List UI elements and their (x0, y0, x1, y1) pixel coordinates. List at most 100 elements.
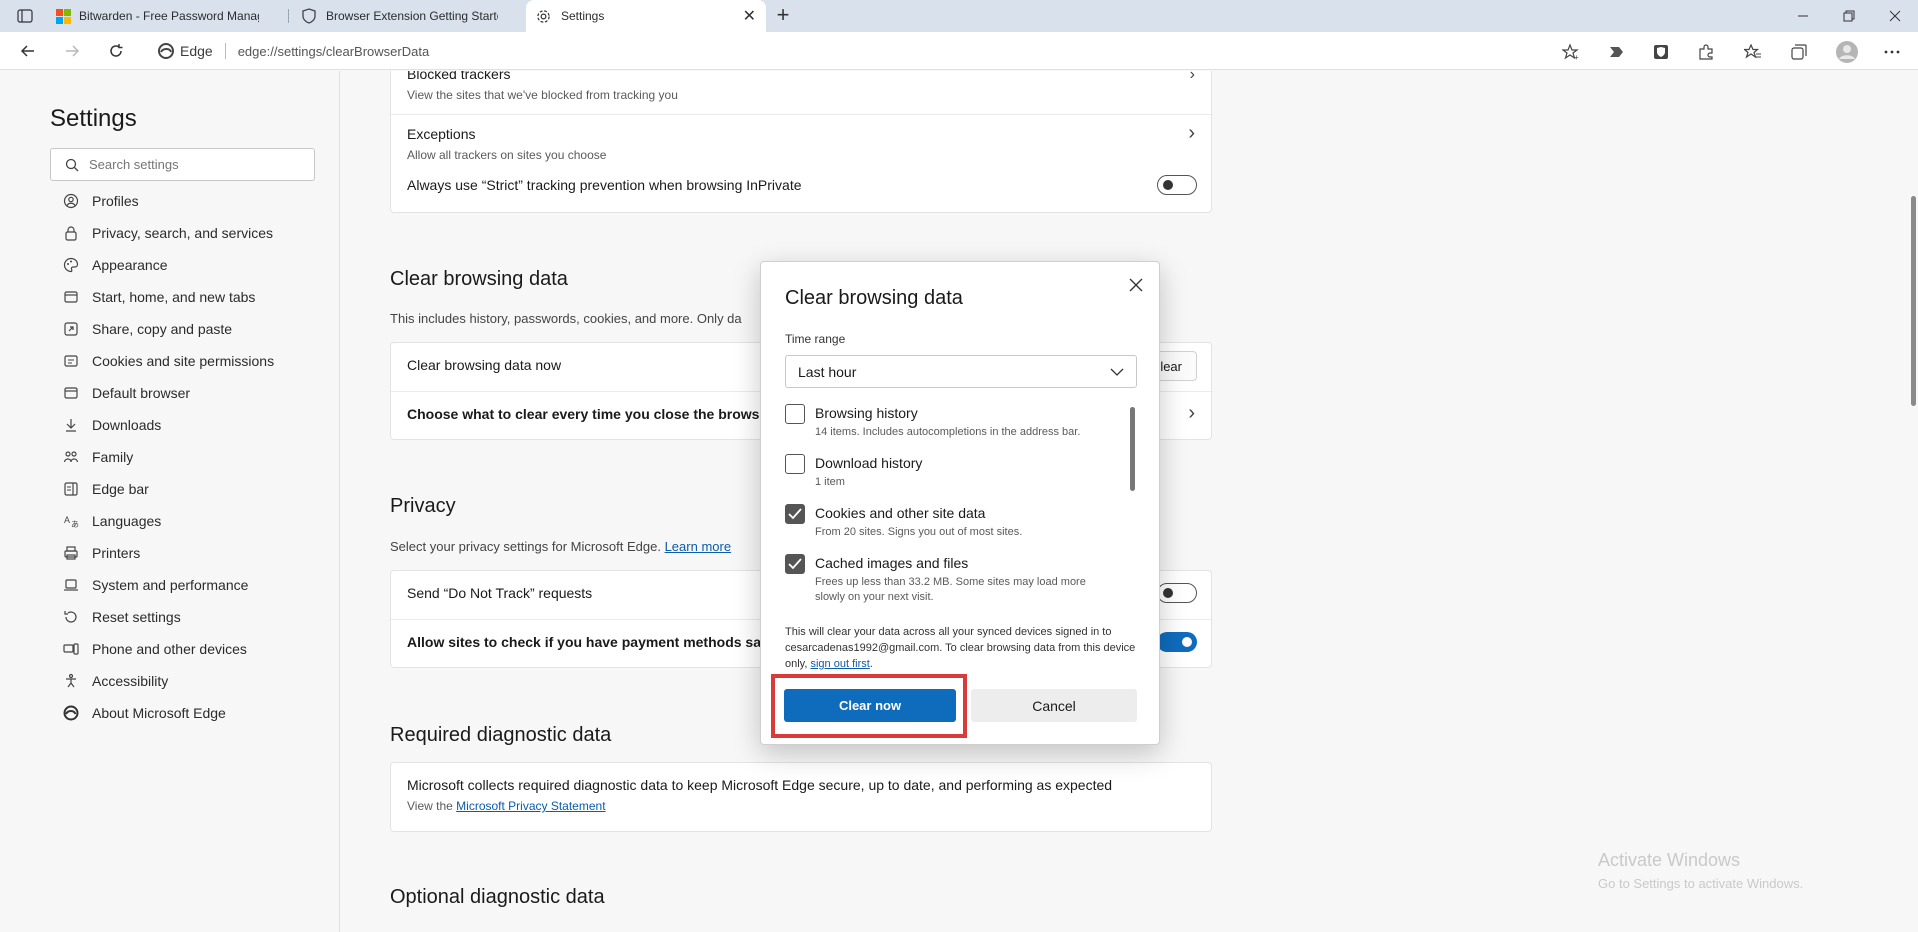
close-window-icon[interactable] (1872, 0, 1918, 32)
restore-icon[interactable] (1826, 0, 1872, 32)
favorites-icon[interactable] (1742, 41, 1764, 63)
browser-icon (62, 384, 80, 402)
required-diagnostic-text: Microsoft collects required diagnostic d… (407, 777, 1113, 793)
checkbox[interactable] (785, 454, 805, 474)
blocked-trackers-desc: View the sites that we've blocked from t… (407, 88, 678, 102)
extension-forward-icon[interactable] (1605, 41, 1627, 63)
chevron-right-icon: › (1188, 122, 1195, 144)
sidebar-item-label: Accessibility (92, 673, 169, 689)
reset-icon (62, 608, 80, 626)
sidebar-item-phone-and-other-devices[interactable]: Phone and other devices (62, 633, 274, 665)
svg-text:+: + (1574, 53, 1579, 61)
sidebar-item-downloads[interactable]: Downloads (62, 409, 274, 441)
sidebar-item-label: Reset settings (92, 609, 181, 625)
close-dialog-icon[interactable] (1125, 274, 1147, 296)
minimize-icon[interactable] (1780, 0, 1826, 32)
data-type-browsing-history[interactable]: Browsing history 14 items. Includes autoc… (785, 404, 1125, 452)
url-text[interactable]: edge://settings/clearBrowserData (238, 44, 429, 59)
data-type-download-history[interactable]: Download history 1 item (785, 454, 1125, 502)
data-type-cookies-and-other-site-data[interactable]: Cookies and other site data From 20 sites… (785, 504, 1125, 552)
sidebar-item-edge-bar[interactable]: Edge bar (62, 473, 274, 505)
view-prefix: View the (407, 799, 453, 813)
dialog-title: Clear browsing data (785, 287, 963, 309)
sign-out-link[interactable]: sign out first (810, 658, 869, 670)
privacy-statement-link[interactable]: Microsoft Privacy Statement (456, 799, 605, 813)
page-scrollbar[interactable] (1911, 196, 1916, 406)
collections-icon[interactable] (1788, 41, 1810, 63)
checkbox[interactable] (785, 554, 805, 574)
profile-avatar[interactable] (1834, 39, 1860, 65)
browser-toolbar: Edge edge://settings/clearBrowserData + (0, 32, 1918, 70)
sidebar-item-accessibility[interactable]: Accessibility (62, 665, 274, 697)
required-diagnostic-card: Microsoft collects required diagnostic d… (390, 762, 1212, 832)
sidebar-item-reset-settings[interactable]: Reset settings (62, 601, 274, 633)
cancel-button[interactable]: Cancel (971, 689, 1137, 722)
dialog-scrollbar[interactable] (1130, 407, 1135, 491)
extensions-puzzle-icon[interactable] (1695, 41, 1717, 63)
tab-title: Settings (561, 9, 605, 23)
sidebar-item-share-copy-and-paste[interactable]: Share, copy and paste (62, 313, 274, 345)
privacy-statement-line: View the Microsoft Privacy Statement (407, 799, 1213, 813)
sidebar-item-label: Printers (92, 545, 141, 561)
palette-icon (62, 256, 80, 274)
sidebar-item-start-home-and-new-tabs[interactable]: Start, home, and new tabs (62, 281, 274, 313)
chevron-right-icon: › (1189, 71, 1195, 83)
more-options-icon[interactable] (1881, 41, 1903, 63)
sidebar-item-family[interactable]: Family (62, 441, 274, 473)
checkbox[interactable] (785, 504, 805, 524)
sidebar-item-label: Share, copy and paste (92, 321, 233, 337)
power-icon (62, 288, 80, 306)
tab-title: Browser Extension Getting Started (326, 9, 498, 23)
tab-strip: Bitwarden - Free Password Manager Browse… (0, 0, 1918, 32)
strict-inprivate-toggle[interactable] (1157, 175, 1197, 195)
bitwarden-extension-icon[interactable] (1650, 41, 1672, 63)
watermark-line-2: Go to Settings to activate Windows. (1598, 876, 1804, 891)
sidebar-item-privacy-search-and-services[interactable]: Privacy, search, and services (62, 217, 274, 249)
required-diagnostic-title: Required diagnostic data (390, 724, 612, 746)
sidebar-item-label: Phone and other devices (92, 641, 247, 657)
settings-nav: Profiles Privacy, search, and services App… (62, 185, 274, 729)
payment-methods-toggle[interactable] (1157, 632, 1197, 652)
optional-diagnostic-title: Optional diagnostic data (390, 886, 605, 908)
tab-bitwarden[interactable]: Bitwarden - Free Password Manager (46, 0, 286, 32)
watermark-line-1: Activate Windows (1598, 850, 1741, 870)
search-settings[interactable] (50, 148, 315, 181)
sidebar-item-profiles[interactable]: Profiles (62, 185, 274, 217)
back-arrow-icon[interactable] (14, 38, 42, 64)
forward-arrow-icon[interactable] (58, 38, 86, 64)
sidebar-item-appearance[interactable]: Appearance (62, 249, 274, 281)
new-tab-button[interactable]: + (770, 3, 796, 29)
do-not-track-toggle[interactable] (1157, 583, 1197, 603)
sidebar-item-default-browser[interactable]: Default browser (62, 377, 274, 409)
data-type-label: Browsing history (815, 405, 918, 421)
strict-inprivate-label: Always use “Strict” tracking prevention … (407, 177, 802, 193)
row-divider (391, 114, 1213, 115)
data-type-label: Cookies and other site data (815, 505, 986, 521)
tab-extension[interactable]: Browser Extension Getting Started (292, 0, 524, 32)
checkbox[interactable] (785, 404, 805, 424)
svg-text:あ: あ (71, 520, 79, 529)
download-icon (62, 416, 80, 434)
sidebar-item-printers[interactable]: Printers (62, 537, 274, 569)
exceptions-row[interactable]: Exceptions Allow all trackers on sites y… (391, 122, 1213, 166)
tab-actions-icon[interactable] (8, 4, 42, 28)
data-type-cached-images-and-files[interactable]: Cached images and files Frees up less tha… (785, 554, 1125, 603)
learn-more-link[interactable]: Learn more (665, 539, 731, 554)
data-type-desc: 1 item (815, 476, 845, 488)
time-range-value: Last hour (798, 363, 857, 380)
sidebar-item-system-and-performance[interactable]: System and performance (62, 569, 274, 601)
sidebar-item-label: Languages (92, 513, 162, 529)
time-range-select[interactable]: Last hour (785, 355, 1137, 388)
sidebar-item-languages[interactable]: A あ Languages (62, 505, 274, 537)
blocked-trackers-row[interactable]: Blocked trackers View the sites that we'… (391, 71, 1213, 106)
edge-logo-icon (158, 43, 174, 62)
sidebar-item-cookies-and-site-permissions[interactable]: Cookies and site permissions (62, 345, 274, 377)
search-input[interactable] (89, 157, 309, 172)
sidebar-item-about-microsoft-edge[interactable]: About Microsoft Edge (62, 697, 274, 729)
address-bar[interactable]: Edge edge://settings/clearBrowserData (148, 36, 1588, 66)
tab-settings[interactable]: Settings ✕ (526, 0, 766, 32)
close-tab-icon[interactable]: ✕ (743, 6, 756, 26)
refresh-icon[interactable] (102, 38, 130, 64)
sidebar-item-label: Cookies and site permissions (92, 353, 275, 369)
add-favorite-icon[interactable]: + (1560, 41, 1582, 63)
